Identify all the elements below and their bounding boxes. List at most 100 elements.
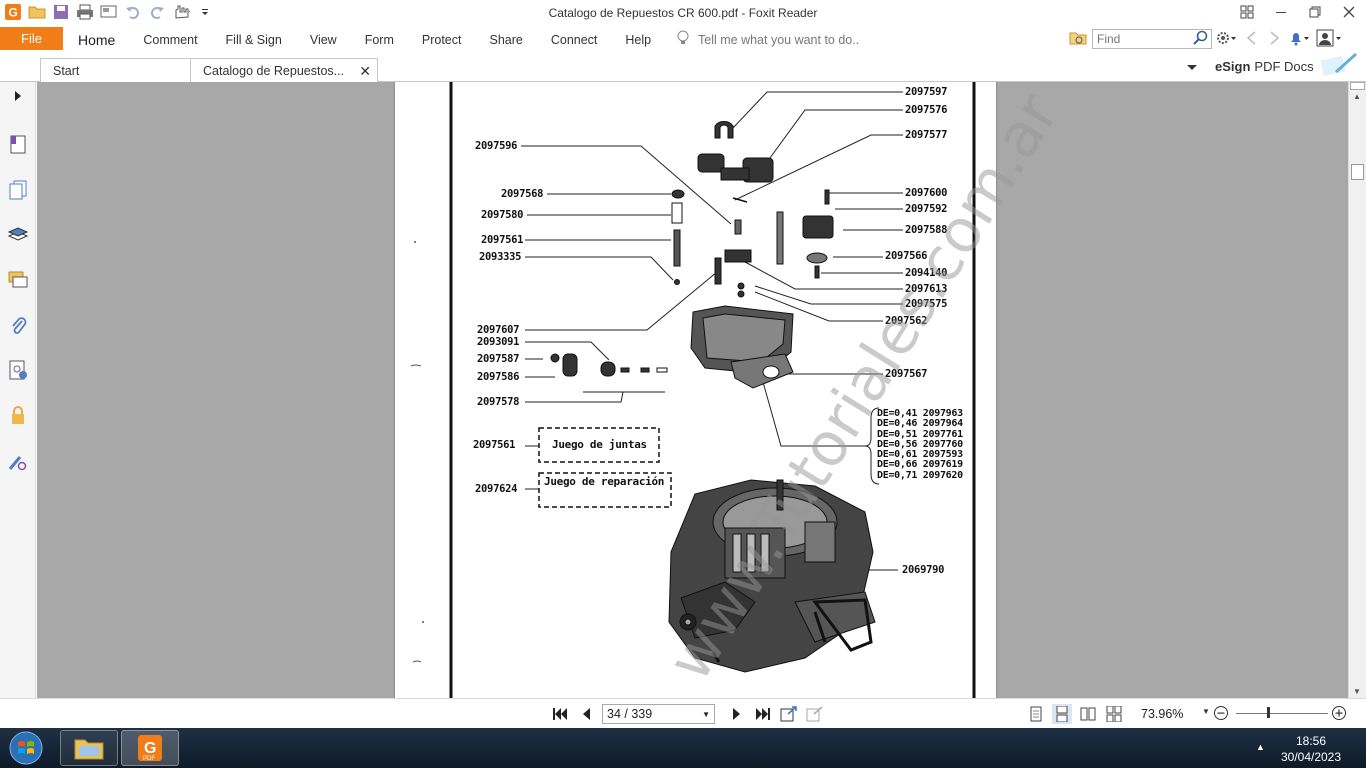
svg-text:G: G [144,740,156,757]
tab-comment[interactable]: Comment [129,27,211,52]
part-number: 2097566 [885,250,928,262]
tab-home[interactable]: Home [64,27,129,52]
esign-label: PDF Docs [1254,59,1314,74]
zoom-in-icon[interactable] [1331,705,1347,724]
close-tab-icon[interactable]: ✕ [359,63,371,80]
part-number: 2097596 [475,140,518,152]
previous-page-icon[interactable] [576,704,596,724]
taskbar-file-explorer[interactable] [60,730,118,766]
part-number: 2094140 [905,267,948,279]
esign-brand: eSign [1215,59,1251,74]
vertical-scrollbar[interactable]: ▲ ▼ [1348,82,1366,698]
clock-date: 30/04/2023 [1280,750,1342,764]
single-page-icon[interactable] [1026,704,1046,724]
clock-time: 18:56 [1295,734,1327,748]
restore-icon[interactable] [1298,0,1332,24]
svg-text:PDF: PDF [143,756,155,762]
part-number: 2097562 [885,315,928,327]
scroll-up-icon[interactable]: ▲ [1353,92,1361,101]
tab-form[interactable]: Form [351,27,408,52]
last-page-icon[interactable] [753,704,773,724]
bookmark-icon[interactable] [6,132,30,156]
part-number: 2097561 [481,234,524,246]
folder-icon [74,739,104,760]
previous-view-icon[interactable] [779,704,799,724]
minimize-icon[interactable] [1264,0,1298,24]
document-viewer[interactable]: 2097597 2097576 2097577 2097600 2097592 … [37,82,1348,698]
carburetor-exploded-diagram [410,82,976,698]
esign-banner[interactable]: eSign PDF Docs [1207,52,1366,80]
close-window-icon[interactable] [1332,0,1366,24]
zoom-out-icon[interactable] [1213,705,1229,724]
facing-pages-icon[interactable] [1078,704,1098,724]
back-arrow-icon[interactable] [1244,30,1260,49]
next-view-icon[interactable] [805,704,825,724]
continuous-page-icon[interactable] [1052,704,1072,724]
page-thumbnails-icon[interactable] [6,178,30,202]
bell-icon[interactable] [1288,30,1310,49]
forward-arrow-icon[interactable] [1266,30,1282,49]
chevron-down-icon[interactable]: ▼ [702,710,710,719]
start-button[interactable] [6,730,46,766]
user-icon[interactable] [1316,29,1342,50]
continuous-facing-icon[interactable] [1104,704,1124,724]
layers-icon[interactable] [6,222,30,246]
attachment-icon[interactable] [6,314,30,338]
certificate-icon[interactable] [6,450,30,474]
show-hidden-icons-icon[interactable]: ▲ [1256,742,1265,752]
jet-de: DE=0,71 [877,469,918,481]
tab-protect[interactable]: Protect [408,27,476,52]
comments-icon[interactable] [6,268,30,292]
find-folder-icon[interactable] [1069,30,1087,49]
windows-logo-icon [9,731,43,765]
part-number: 2093091 [477,336,520,348]
zoom-level[interactable]: 73.96% [1141,707,1183,721]
part-number: 2097568 [501,188,544,200]
page-view-modes [1026,704,1124,724]
tab-start[interactable]: Start [40,58,192,82]
part-number: 2097567 [885,368,928,380]
scroll-down-icon[interactable]: ▼ [1353,687,1361,696]
tab-help[interactable]: Help [611,27,665,52]
ribbon-display-icon[interactable] [1230,0,1264,24]
zoom-slider-thumb[interactable] [1267,707,1270,718]
scrollbar-thumb[interactable] [1351,164,1364,180]
page-number-input[interactable]: 34 / 339 ▼ [602,704,715,724]
box-reparacion-label: Juego de reparación [544,475,665,488]
lightbulb-icon [676,30,690,49]
find-box[interactable] [1092,29,1212,49]
window-title: Catalogo de Repuestos CR 600.pdf - Foxit… [548,6,818,20]
ribbon-tab-bar: File Home Comment Fill & Sign View Form … [0,27,1366,52]
tab-list-dropdown-icon[interactable] [1186,61,1198,75]
first-page-icon[interactable] [550,704,570,724]
jet-table: DE=0,41 2097963 DE=0,46 2097964 DE=0,51 … [877,408,963,481]
expand-panel-icon[interactable] [6,84,30,108]
part-number: 2097586 [477,371,520,383]
signature-icon[interactable] [6,358,30,382]
part-number: 2097587 [477,353,520,365]
gear-icon[interactable] [1216,30,1238,49]
find-input[interactable] [1097,31,1193,47]
document-tab-bar: Start Catalogo de Repuestos... ✕ [0,52,1366,83]
title-bar: G Catalogo de Repuestos CR 600.pdf - Fox… [0,0,1366,27]
scrollbar-split-handle[interactable] [1350,82,1365,90]
file-tab[interactable]: File [0,27,63,50]
tab-document[interactable]: Catalogo de Repuestos... ✕ [190,58,378,83]
search-icon[interactable] [1193,30,1209,49]
part-number: 2097600 [905,187,948,199]
taskbar-foxit-reader[interactable]: G PDF [121,730,179,766]
lock-icon[interactable] [6,404,30,428]
tab-view[interactable]: View [296,27,351,52]
part-number: 2097576 [905,104,948,116]
zoom-dropdown-icon[interactable]: ▼ [1202,707,1210,716]
tab-fill-sign[interactable]: Fill & Sign [212,27,296,52]
tab-connect[interactable]: Connect [537,27,612,52]
next-page-icon[interactable] [727,704,747,724]
tab-document-label: Catalogo de Repuestos... [203,63,345,78]
zoom-slider-track[interactable] [1236,713,1328,714]
box-juntas-label: Juego de juntas [552,438,647,451]
jet-code: 2097620 [922,469,963,481]
system-clock[interactable]: 18:56 30/04/2023 [1276,733,1346,765]
tell-me-box[interactable]: Tell me what you want to do.. [676,30,859,49]
tab-share[interactable]: Share [475,27,536,52]
